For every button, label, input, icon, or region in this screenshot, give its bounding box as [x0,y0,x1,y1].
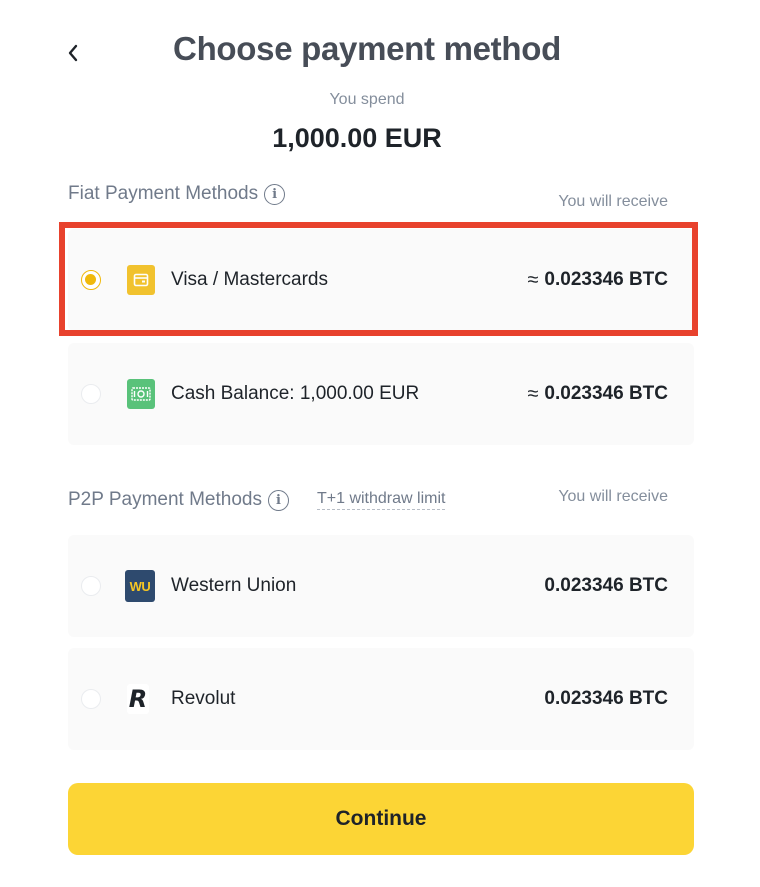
p2p-section-heading: P2P Payment Methods i T+1 withdraw limit [68,489,446,511]
receive-amount: 0.023346 BTC [544,269,668,290]
card-icon [127,265,155,295]
western-union-logo: WU [125,570,155,602]
receive-amount: 0.023346 BTC [544,383,668,404]
fiat-receive-label: You will receive [558,193,668,210]
fiat-section-heading: Fiat Payment Methods i [68,183,286,205]
radio-unselected[interactable] [81,576,101,596]
cash-icon [127,379,155,409]
withdraw-limit-link[interactable]: T+1 withdraw limit [316,490,446,510]
info-icon[interactable]: i [264,183,286,205]
fiat-heading-label: Fiat Payment Methods [68,183,259,204]
method-name: Visa / Mastercards [171,269,328,290]
method-value: 0.023346 BTC [544,688,668,710]
method-name: Cash Balance: 1,000.00 EUR [171,383,420,404]
p2p-receive-label: You will receive [558,488,668,505]
receive-amount: 0.023346 BTC [544,688,668,709]
payment-method-cash-balance[interactable]: Cash Balance: 1,000.00 EUR ≈ 0.023346 BT… [68,343,694,445]
p2p-heading-label: P2P Payment Methods [68,489,262,510]
payment-method-revolut[interactable]: R Revolut 0.023346 BTC [68,648,694,750]
method-value: ≈ 0.023346 BTC [527,383,668,406]
spend-label: You spend [329,91,405,108]
payment-method-western-union[interactable]: WU Western Union 0.023346 BTC [68,535,694,637]
spend-amount: 1,000.00 EUR [272,123,442,153]
continue-button[interactable]: Continue [68,783,694,855]
approx-symbol: ≈ [527,268,539,291]
radio-unselected[interactable] [81,384,101,404]
radio-unselected[interactable] [81,689,101,709]
revolut-logo: R [127,684,149,714]
page-title: Choose payment method [173,30,561,67]
receive-amount: 0.023346 BTC [544,575,668,596]
approx-symbol: ≈ [527,382,539,405]
payment-method-visa-mastercard[interactable]: Visa / Mastercards ≈ 0.023346 BTC [68,229,694,331]
method-name: Western Union [171,575,297,596]
method-value: ≈ 0.023346 BTC [527,269,668,292]
info-icon[interactable]: i [267,489,289,511]
method-value: 0.023346 BTC [544,575,668,597]
radio-selected[interactable] [81,270,101,290]
method-name: Revolut [171,688,236,709]
